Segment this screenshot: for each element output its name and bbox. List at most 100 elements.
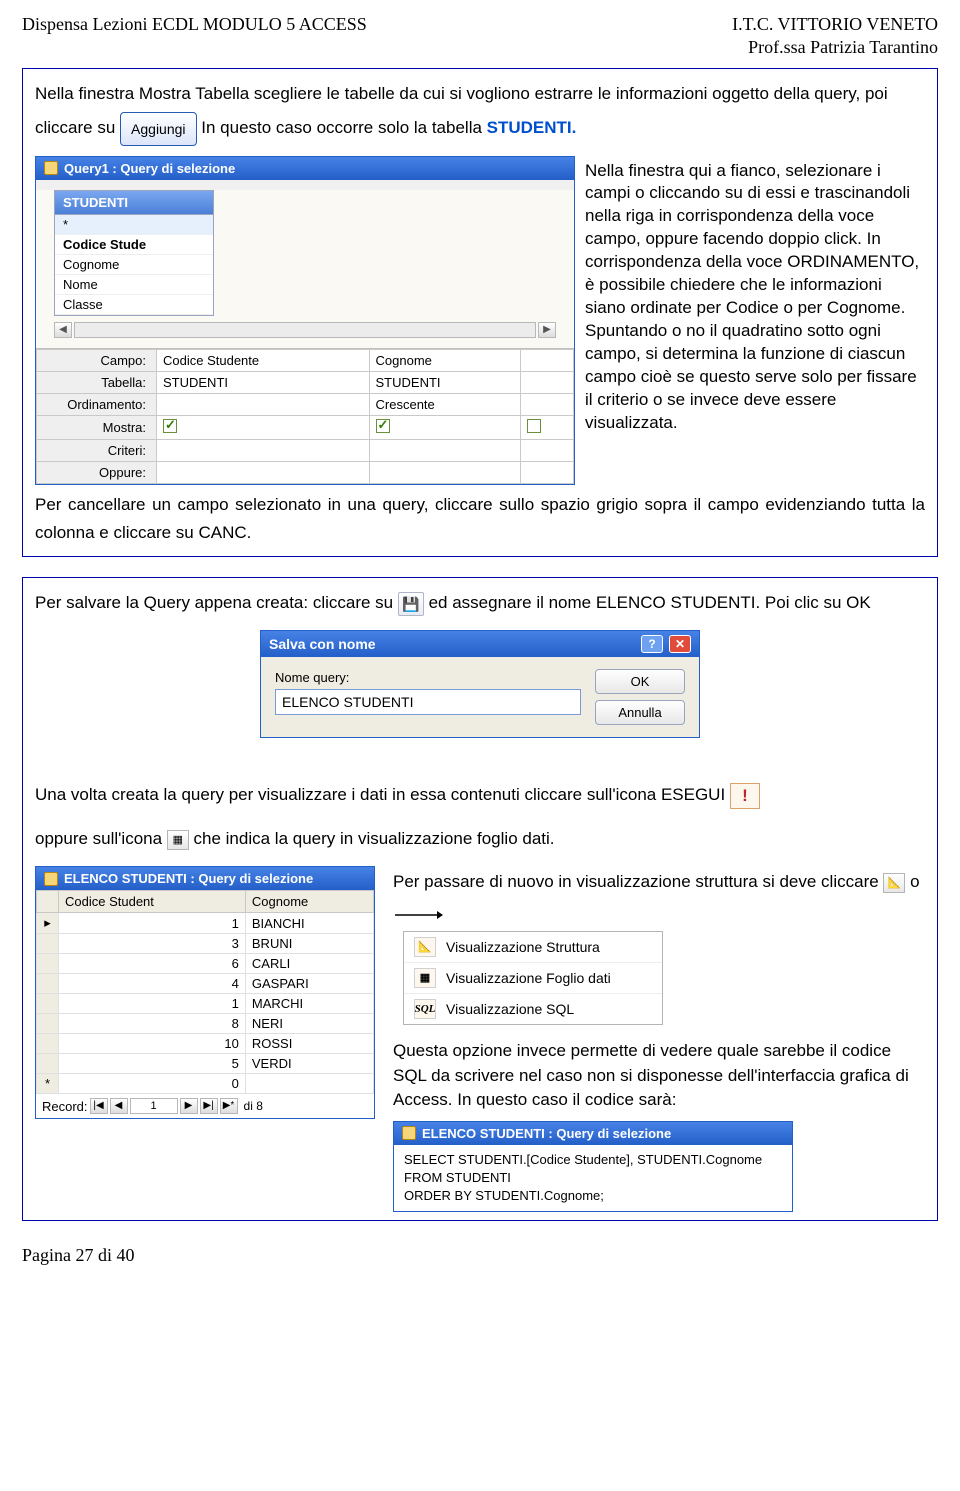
result-title: ELENCO STUDENTI : Query di selezione [64, 871, 313, 886]
result-titlebar[interactable]: ELENCO STUDENTI : Query di selezione [36, 867, 374, 890]
query-icon [44, 872, 58, 886]
grid-mostra-1[interactable] [157, 415, 370, 439]
table-box-header: STUDENTI [55, 191, 213, 215]
cell[interactable]: 1 [59, 994, 246, 1014]
grid-ord-1[interactable] [157, 393, 370, 415]
field-codice[interactable]: Codice Stude [55, 235, 213, 255]
query-designer-titlebar[interactable]: Query1 : Query di selezione [36, 157, 574, 180]
sql-window: ELENCO STUDENTI : Query di selezione SEL… [393, 1121, 793, 1213]
qbe-grid[interactable]: Campo: Codice Studente Cognome Tabella: … [36, 349, 574, 484]
row-selector[interactable] [37, 994, 59, 1014]
nav-new-icon[interactable]: ▶* [220, 1098, 238, 1114]
record-navigator[interactable]: Record: |◀ ◀ ▶ ▶| ▶* di 8 [36, 1094, 374, 1118]
checkbox-empty-icon[interactable] [527, 419, 541, 433]
query-designer-window: Query1 : Query di selezione STUDENTI * C… [35, 156, 575, 485]
design-view-icon[interactable]: 📐 [883, 873, 905, 893]
cell[interactable]: CARLI [245, 954, 373, 974]
field-nome[interactable]: Nome [55, 275, 213, 295]
result-table[interactable]: Codice Student Cognome ▸1BIANCHI 3BRUNI … [36, 890, 374, 1094]
row-selector[interactable] [37, 954, 59, 974]
cell[interactable]: 6 [59, 954, 246, 974]
table-box-studenti[interactable]: STUDENTI * Codice Stude Cognome Nome Cla… [54, 190, 214, 316]
grid-campo-1[interactable]: Codice Studente [157, 349, 370, 371]
close-icon[interactable]: ✕ [669, 635, 691, 653]
cell[interactable]: MARCHI [245, 994, 373, 1014]
save-icon[interactable]: 💾 [398, 592, 424, 616]
col-cognome[interactable]: Cognome [245, 891, 373, 913]
grid-ord-2[interactable]: Crescente [369, 393, 521, 415]
field-cognome[interactable]: Cognome [55, 255, 213, 275]
save-as-dialog: Salva con nome ? ✕ Nome query: OK Annull… [260, 630, 700, 738]
grid-criteri-2[interactable] [369, 439, 521, 461]
new-row-selector[interactable]: * [37, 1074, 59, 1094]
datasheet-view-icon[interactable]: ▦ [167, 830, 189, 850]
grid-oppure-2[interactable] [369, 461, 521, 483]
row-selector[interactable] [37, 934, 59, 954]
view-menu[interactable]: 📐 Visualizzazione Struttura ▦ Visualizza… [403, 931, 663, 1025]
grid-oppure-1[interactable] [157, 461, 370, 483]
nav-next-icon[interactable]: ▶ [180, 1098, 198, 1114]
doc-header-left: Dispensa Lezioni ECDL MODULO 5 ACCESS [22, 14, 367, 35]
cell[interactable]: 5 [59, 1054, 246, 1074]
query-designer-title: Query1 : Query di selezione [64, 161, 235, 176]
grid-oppure-3[interactable] [521, 461, 574, 483]
cell[interactable]: 4 [59, 974, 246, 994]
grid-tabella-1[interactable]: STUDENTI [157, 371, 370, 393]
h-scrollbar-upper[interactable]: ◀ ▶ [36, 320, 574, 346]
grid-criteri-1[interactable] [157, 439, 370, 461]
grid-campo-3[interactable] [521, 349, 574, 371]
sql-titlebar[interactable]: ELENCO STUDENTI : Query di selezione [394, 1122, 792, 1145]
table-field-list[interactable]: * Codice Stude Cognome Nome Classe [55, 215, 213, 315]
query-name-input[interactable] [275, 689, 581, 715]
cell[interactable]: ROSSI [245, 1034, 373, 1054]
help-icon[interactable]: ? [641, 635, 663, 653]
cell-new[interactable]: 0 [59, 1074, 246, 1094]
nav-prev-icon[interactable]: ◀ [110, 1098, 128, 1114]
menu-item-datasheet[interactable]: ▦ Visualizzazione Foglio dati [404, 962, 662, 993]
scroll-right-icon[interactable]: ▶ [538, 322, 556, 338]
cell[interactable]: 8 [59, 1014, 246, 1034]
grid-ord-3[interactable] [521, 393, 574, 415]
exec-text-a: Una volta creata la query per visualizza… [35, 785, 730, 804]
cell[interactable]: 10 [59, 1034, 246, 1054]
grid-tabella-2[interactable]: STUDENTI [369, 371, 521, 393]
row-selector[interactable] [37, 1054, 59, 1074]
col-codice[interactable]: Codice Student [59, 891, 246, 913]
cell[interactable]: 1 [59, 913, 246, 934]
grid-tabella-3[interactable] [521, 371, 574, 393]
grid-mostra-3[interactable] [521, 415, 574, 439]
cell[interactable]: GASPARI [245, 974, 373, 994]
field-star[interactable]: * [55, 215, 213, 235]
aggiungi-button[interactable]: Aggiungi [120, 112, 197, 146]
field-classe[interactable]: Classe [55, 295, 213, 315]
row-selector[interactable]: ▸ [37, 913, 59, 934]
checkbox-checked-icon[interactable] [376, 419, 390, 433]
cell[interactable]: BIANCHI [245, 913, 373, 934]
grid-mostra-2[interactable] [369, 415, 521, 439]
grid-campo-2[interactable]: Cognome [369, 349, 521, 371]
sql-body[interactable]: SELECT STUDENTI.[Codice Studente], STUDE… [394, 1145, 792, 1212]
cell-new[interactable] [245, 1074, 373, 1094]
row-selector[interactable] [37, 974, 59, 994]
row-selector[interactable] [37, 1034, 59, 1054]
return-design-text: Per passare di nuovo in visualizzazione … [393, 866, 925, 931]
cell[interactable]: BRUNI [245, 934, 373, 954]
nav-last-icon[interactable]: ▶| [200, 1098, 218, 1114]
cancel-button[interactable]: Annulla [595, 700, 685, 725]
row-selector[interactable] [37, 1014, 59, 1034]
execute-icon[interactable]: ! [730, 783, 760, 809]
grid-criteri-3[interactable] [521, 439, 574, 461]
saveas-titlebar[interactable]: Salva con nome ? ✕ [261, 631, 699, 657]
nav-first-icon[interactable]: |◀ [90, 1098, 108, 1114]
menu-item-design[interactable]: 📐 Visualizzazione Struttura [404, 932, 662, 962]
sql-line: FROM STUDENTI [404, 1169, 782, 1187]
scroll-left-icon[interactable]: ◀ [54, 322, 72, 338]
cell[interactable]: NERI [245, 1014, 373, 1034]
ok-button[interactable]: OK [595, 669, 685, 694]
scroll-track[interactable] [74, 322, 536, 338]
menu-item-sql[interactable]: SQL Visualizzazione SQL [404, 993, 662, 1024]
cell[interactable]: VERDI [245, 1054, 373, 1074]
nav-position-input[interactable] [130, 1098, 178, 1114]
cell[interactable]: 3 [59, 934, 246, 954]
checkbox-checked-icon[interactable] [163, 419, 177, 433]
